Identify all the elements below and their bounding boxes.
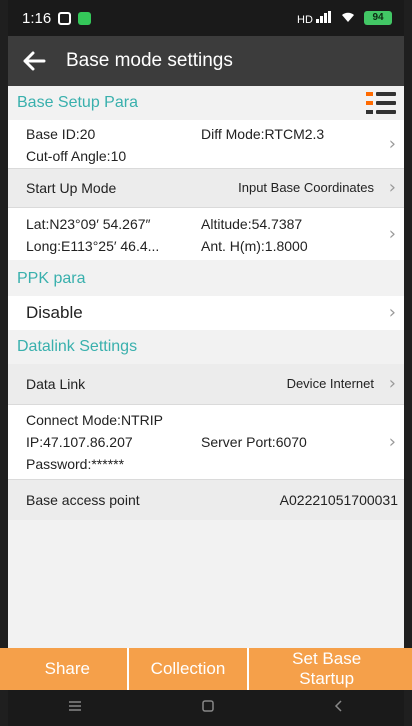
base-info-row[interactable]: Base ID:20 Diff Mode:RTCM2.3 Cut-off Ang… [8, 120, 404, 168]
chevron-right-icon: › [388, 133, 396, 155]
signal-icon: HD [297, 10, 332, 26]
section-title: PPK para [17, 270, 86, 287]
page-title: Base mode settings [66, 50, 233, 71]
startup-label: Start Up Mode [26, 180, 117, 196]
chevron-right-icon: › [388, 177, 396, 198]
collection-button[interactable]: Collection [129, 648, 250, 690]
system-nav-bar [8, 690, 404, 726]
signal-label: HD [297, 13, 313, 26]
ppk-value: Disable [26, 303, 83, 322]
home-icon[interactable] [201, 699, 215, 718]
password: Password:****** [26, 456, 125, 472]
share-button[interactable]: Share [8, 648, 129, 690]
app-bar: Base mode settings [8, 36, 404, 86]
left-edge-strip [0, 648, 8, 690]
content: Base Setup Para Base ID:20 Diff Mode:RTC… [8, 86, 404, 520]
app-notification-icon [78, 11, 92, 25]
chevron-right-icon: › [388, 302, 396, 323]
ppk-row[interactable]: Disable › [8, 296, 404, 330]
longitude: Long:E113°25′ 46.4... [26, 238, 160, 254]
access-point-label: Base access point [26, 492, 140, 508]
altitude: Altitude:54.7387 [201, 216, 303, 232]
right-edge-strip [404, 648, 412, 690]
wifi-icon [340, 11, 356, 26]
access-point-value: A02221051700031 [279, 492, 398, 508]
set-base-startup-button[interactable]: Set Base Startup [249, 648, 404, 690]
bottom-button-bar: Share Collection Set Base Startup [8, 648, 404, 690]
server-port: Server Port:6070 [201, 434, 307, 450]
status-time: 1:16 [22, 9, 52, 27]
section-title: Base Setup Para [17, 94, 138, 111]
chevron-right-icon: › [388, 223, 396, 245]
diff-mode: Diff Mode:RTCM2.3 [201, 126, 325, 142]
access-point-row[interactable]: Base access point A02221051700031 [8, 480, 404, 520]
notification-icon [58, 11, 72, 25]
section-title: Datalink Settings [17, 338, 138, 355]
section-base-setup: Base Setup Para [8, 86, 404, 120]
phone-screen: 1:16 HD 94 Base mode settings Base Setup… [8, 0, 404, 726]
back-icon[interactable] [333, 699, 345, 718]
data-link-row[interactable]: Data Link Device Internet › [8, 364, 404, 404]
list-menu-icon[interactable] [366, 90, 396, 116]
chevron-right-icon: › [388, 373, 396, 394]
battery-icon: 94 [364, 11, 392, 25]
section-ppk: PPK para [8, 262, 404, 296]
data-link-value: Device Internet [286, 376, 374, 391]
antenna-height: Ant. H(m):1.8000 [201, 238, 308, 254]
latitude: Lat:N23°09′ 54.267″ [26, 216, 151, 232]
ip-address: IP:47.107.86.207 [26, 434, 133, 450]
status-bar: 1:16 HD 94 [8, 0, 404, 36]
data-link-label: Data Link [26, 376, 86, 392]
connection-row[interactable]: Connect Mode:NTRIP IP:47.107.86.207 Serv… [8, 405, 404, 479]
menu-icon[interactable] [67, 699, 83, 717]
cutoff-angle: Cut-off Angle:10 [26, 148, 127, 164]
connect-mode: Connect Mode:NTRIP [26, 412, 163, 428]
startup-mode-row[interactable]: Start Up Mode Input Base Coordinates › [8, 169, 404, 207]
coordinates-row[interactable]: Lat:N23°09′ 54.267″ Altitude:54.7387 Lon… [8, 208, 404, 260]
section-datalink: Datalink Settings [8, 330, 404, 364]
back-arrow-icon[interactable] [18, 45, 50, 77]
startup-value: Input Base Coordinates [238, 180, 374, 195]
base-id: Base ID:20 [26, 126, 96, 142]
chevron-right-icon: › [388, 431, 396, 453]
